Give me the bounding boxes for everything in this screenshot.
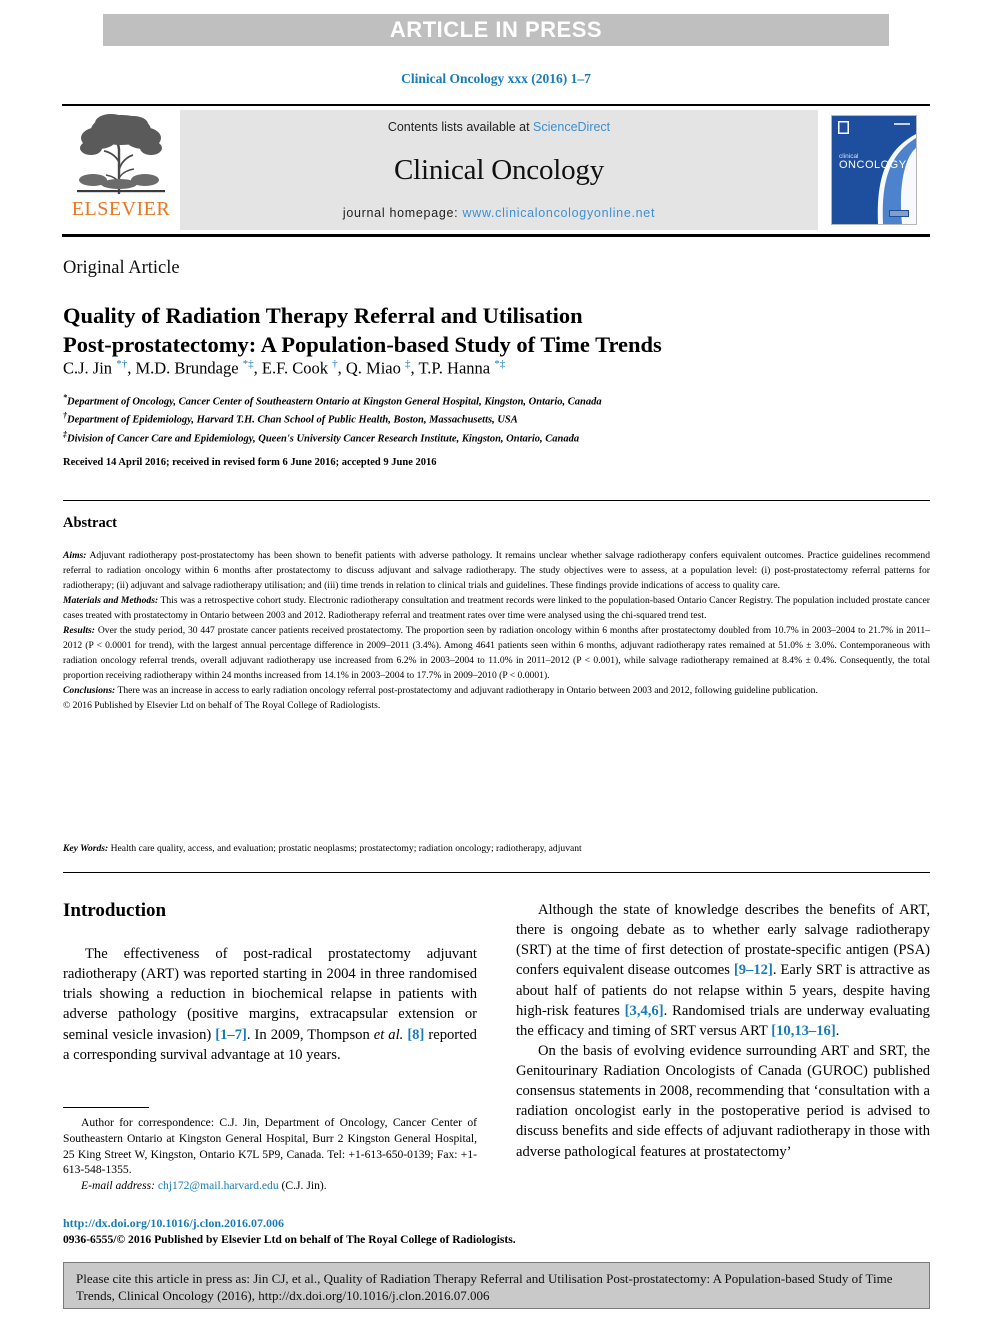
abstract-bottom-rule xyxy=(63,872,930,873)
footnote-rule xyxy=(63,1107,149,1108)
article-in-press-label: ARTICLE IN PRESS xyxy=(389,17,603,42)
title-line-2: Post-prostatectomy: A Population-based S… xyxy=(63,331,662,357)
affiliation-list: *Department of Oncology, Cancer Center o… xyxy=(63,392,903,447)
affiliation-item: †Department of Epidemiology, Harvard T.H… xyxy=(63,410,903,428)
journal-cover-thumbnail: clinical ONCOLOGY xyxy=(818,106,930,234)
affiliation-text: Department of Epidemiology, Harvard T.H.… xyxy=(67,414,518,426)
masthead-center-panel: Contents lists available at ScienceDirec… xyxy=(180,110,818,230)
issn-copyright-line: 0936-6555/© 2016 Published by Elsevier L… xyxy=(63,1233,516,1246)
abstract-methods: Materials and Methods: This was a retros… xyxy=(63,594,930,624)
running-citation: Clinical Oncology xxx (2016) 1–7 xyxy=(401,71,591,86)
journal-article-page: ARTICLE IN PRESS Clinical Oncology xxx (… xyxy=(0,0,992,1323)
keywords-line: Key Words: Health care quality, access, … xyxy=(63,843,930,854)
article-history: Received 14 April 2016; received in revi… xyxy=(63,457,437,468)
elsevier-logo: ELSEVIER xyxy=(62,106,180,234)
intro-paragraph-3: On the basis of evolving evidence surrou… xyxy=(516,1042,930,1160)
contents-prefix: Contents lists available at xyxy=(387,120,534,134)
journal-title: Clinical Oncology xyxy=(393,153,605,186)
abstract-body: Aims: Adjuvant radiotherapy post-prostat… xyxy=(63,549,930,713)
intro-paragraph-1: The effectiveness of post-radical prosta… xyxy=(63,946,477,1063)
keywords-label: Key Words: xyxy=(63,843,109,854)
affiliation-text: Department of Oncology, Cancer Center of… xyxy=(67,396,602,408)
body-column-right: Although the state of knowledge describe… xyxy=(516,900,930,1162)
abstract-aims: Aims: Adjuvant radiotherapy post-prostat… xyxy=(63,549,930,594)
abstract-conclusions-text: There was an increase in access to early… xyxy=(115,684,818,696)
abstract-methods-text: This was a retrospective cohort study. E… xyxy=(63,594,930,621)
article-in-press-banner: ARTICLE IN PRESS xyxy=(103,14,889,46)
body-column-left: Introduction The effectiveness of post-r… xyxy=(63,900,477,1065)
elsevier-wordmark: ELSEVIER xyxy=(71,198,171,220)
journal-homepage-line: journal homepage: www.clinicaloncologyon… xyxy=(343,206,655,220)
email-label: E-mail address: xyxy=(81,1179,155,1193)
abstract-conclusions: Conclusions: There was an increase in ac… xyxy=(63,684,930,699)
sciencedirect-link[interactable]: ScienceDirect xyxy=(533,120,610,134)
intro-paragraph-2: Although the state of knowledge describe… xyxy=(516,902,930,1039)
abstract-heading: Abstract xyxy=(63,515,117,531)
abstract-conclusions-label: Conclusions: xyxy=(63,684,116,696)
title-line-1: Quality of Radiation Therapy Referral an… xyxy=(63,303,583,329)
email-suffix: (C.J. Jin). xyxy=(278,1179,327,1193)
section-heading-introduction: Introduction xyxy=(63,900,167,921)
abstract-aims-label: Aims: xyxy=(63,550,87,561)
abstract-copyright: © 2016 Published by Elsevier Ltd on beha… xyxy=(63,699,381,711)
svg-text:ONCOLOGY: ONCOLOGY xyxy=(839,159,907,171)
please-cite-box: Please cite this article in press as: Ji… xyxy=(63,1262,930,1309)
affiliation-text: Division of Cancer Care and Epidemiology… xyxy=(67,433,580,445)
keywords-text: Health care quality, access, and evaluat… xyxy=(108,843,582,854)
abstract-results-text: Over the study period, 30 447 prostate c… xyxy=(63,624,930,681)
journal-masthead: ELSEVIER Contents lists available at Sci… xyxy=(62,104,930,237)
journal-homepage-link[interactable]: www.clinicaloncologyonline.net xyxy=(463,206,656,220)
author-list: C.J. Jin *†, M.D. Brundage *‡, E.F. Cook… xyxy=(63,358,506,378)
page-title: Quality of Radiation Therapy Referral an… xyxy=(63,302,763,360)
affiliation-item: *Department of Oncology, Cancer Center o… xyxy=(63,392,903,410)
abstract-results-label: Results: xyxy=(63,624,95,636)
abstract-aims-text: Adjuvant radiotherapy post-prostatectomy… xyxy=(63,550,930,591)
email-link[interactable]: chj172@mail.harvard.edu xyxy=(158,1179,279,1192)
contents-lists-line: Contents lists available at ScienceDirec… xyxy=(388,120,610,134)
email-line: E-mail address: chj172@mail.harvard.edu … xyxy=(63,1178,477,1194)
affiliation-item: ‡Division of Cancer Care and Epidemiolog… xyxy=(63,429,903,447)
doi-link[interactable]: http://dx.doi.org/10.1016/j.clon.2016.07… xyxy=(63,1216,284,1231)
abstract-methods-label: Materials and Methods: xyxy=(63,594,159,606)
correspondence-footnote: Author for correspondence: C.J. Jin, Dep… xyxy=(63,1115,477,1194)
elsevier-tree-icon xyxy=(73,110,169,198)
abstract-top-rule xyxy=(63,500,930,501)
article-type: Original Article xyxy=(63,258,180,278)
abstract-results: Results: Over the study period, 30 447 p… xyxy=(63,624,930,684)
homepage-prefix: journal homepage: xyxy=(342,206,463,220)
cover-image: clinical ONCOLOGY xyxy=(831,115,917,225)
correspondence-text: Author for correspondence: C.J. Jin, Dep… xyxy=(63,1116,477,1177)
